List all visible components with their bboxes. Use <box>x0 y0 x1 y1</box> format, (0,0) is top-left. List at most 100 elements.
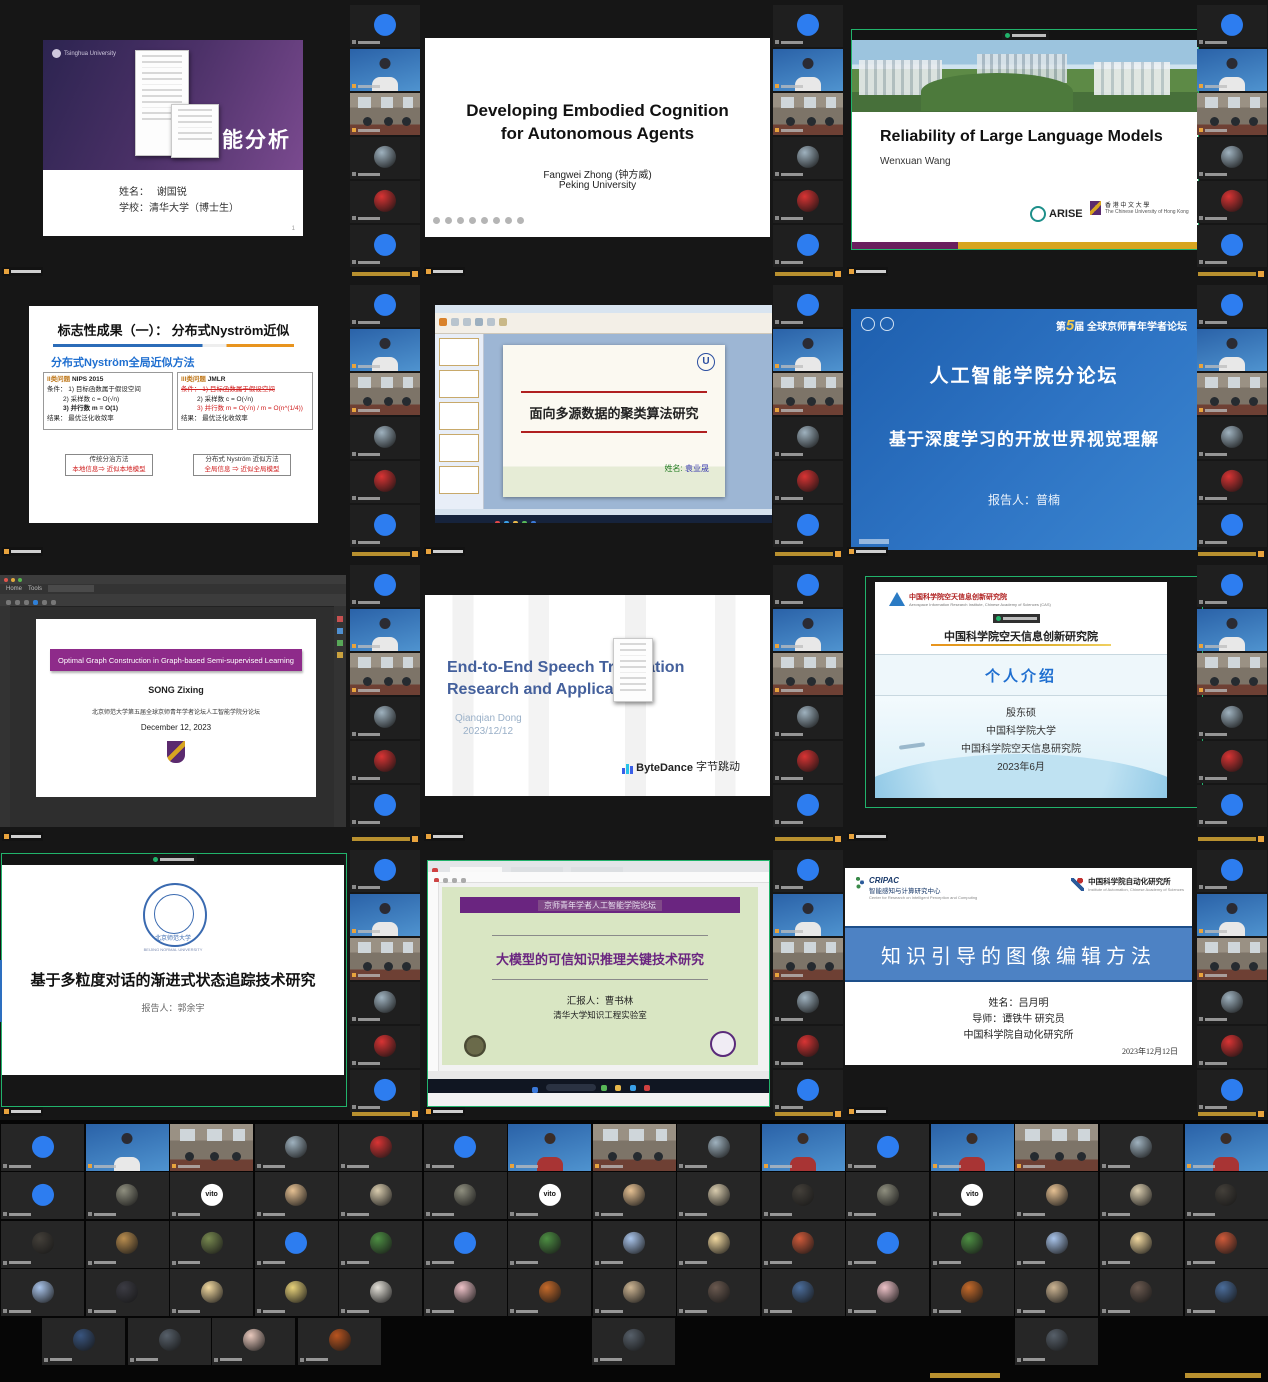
slide-thumbnail[interactable] <box>439 402 479 430</box>
conference-room-video-tile[interactable] <box>773 93 843 135</box>
participant-initials-tile[interactable] <box>773 850 843 892</box>
participant-initials-tile[interactable] <box>350 285 420 327</box>
participant-initials-tile[interactable] <box>350 1070 420 1112</box>
maximize-icon[interactable] <box>18 578 22 582</box>
participant-video-tile[interactable] <box>350 49 420 91</box>
participant-avatar-tile[interactable] <box>931 1269 1014 1316</box>
participant-avatar-tile[interactable] <box>773 137 843 179</box>
participant-avatar-tile[interactable] <box>773 417 843 459</box>
participant-initials-tile[interactable] <box>255 1221 338 1268</box>
participant-initials-tile[interactable] <box>350 225 420 267</box>
participant-initials-tile[interactable] <box>350 565 420 607</box>
participant-avatar-tile[interactable] <box>1185 1269 1268 1316</box>
participant-video-tile[interactable] <box>350 894 420 936</box>
participant-avatar-tile[interactable] <box>339 1172 422 1219</box>
participant-video-tile[interactable] <box>773 49 843 91</box>
participant-avatar-tile[interactable] <box>773 697 843 739</box>
participant-avatar-tile[interactable] <box>1100 1221 1183 1268</box>
participant-initials-tile[interactable] <box>424 1124 507 1171</box>
conference-room-video-tile[interactable] <box>773 653 843 695</box>
menu-home[interactable]: Home <box>6 586 22 592</box>
participant-avatar-tile[interactable] <box>1185 1172 1268 1219</box>
participant-avatar-tile[interactable] <box>212 1318 295 1365</box>
participant-avatar-tile[interactable] <box>1100 1269 1183 1316</box>
participant-avatar-tile[interactable] <box>846 1172 929 1219</box>
nav-icons[interactable] <box>859 539 889 544</box>
participant-video-tile[interactable] <box>773 329 843 371</box>
context-submenu[interactable] <box>171 104 219 158</box>
slide-thumbnail[interactable] <box>439 338 479 366</box>
participant-avatar-tile[interactable] <box>1100 1172 1183 1219</box>
participant-avatar-tile[interactable] <box>593 1269 676 1316</box>
slide-thumbnail[interactable] <box>439 370 479 398</box>
participant-initials-tile[interactable] <box>773 225 843 267</box>
participant-avatar-tile[interactable] <box>255 1172 338 1219</box>
ppt-thumbnail-pane[interactable] <box>435 334 484 509</box>
participant-initials-tile[interactable] <box>1197 505 1267 547</box>
participant-avatar-tile[interactable] <box>1197 741 1267 783</box>
conference-room-video-tile[interactable] <box>350 938 420 980</box>
participant-avatar-tile[interactable] <box>1197 1026 1267 1068</box>
participant-avatar-tile[interactable] <box>350 741 420 783</box>
participant-avatar-tile[interactable] <box>339 1221 422 1268</box>
close-icon[interactable] <box>4 578 8 582</box>
participant-avatar-tile[interactable] <box>1197 417 1267 459</box>
participant-initials-tile[interactable] <box>1197 565 1267 607</box>
participant-avatar-tile[interactable] <box>86 1269 169 1316</box>
participant-avatar-tile[interactable] <box>350 982 420 1024</box>
participant-avatar-tile[interactable] <box>350 417 420 459</box>
participant-initials-tile[interactable] <box>773 785 843 827</box>
participant-avatar-tile[interactable] <box>1015 1269 1098 1316</box>
participant-avatar-tile[interactable] <box>424 1269 507 1316</box>
tab-strip[interactable] <box>428 861 769 872</box>
participant-initials-tile[interactable] <box>773 285 843 327</box>
tool-icon[interactable] <box>337 628 343 634</box>
pdf-right-rail[interactable] <box>334 606 346 827</box>
conference-room-video-tile[interactable] <box>773 373 843 415</box>
participant-avatar-tile[interactable] <box>350 181 420 223</box>
participant-initials-tile[interactable] <box>350 850 420 892</box>
pdf-titlebar[interactable] <box>0 575 346 584</box>
participant-avatar-tile[interactable] <box>1 1269 84 1316</box>
participant-avatar-tile[interactable] <box>350 697 420 739</box>
participant-avatar-tile[interactable] <box>255 1124 338 1171</box>
participant-avatar-tile[interactable] <box>86 1172 169 1219</box>
participant-initials-tile[interactable] <box>1197 1070 1267 1112</box>
conference-room-video-tile[interactable] <box>1197 653 1267 695</box>
participant-avatar-tile[interactable] <box>255 1269 338 1316</box>
participant-avatar-tile[interactable] <box>508 1221 591 1268</box>
participant-avatar-tile[interactable] <box>339 1269 422 1316</box>
participant-avatar-tile[interactable] <box>128 1318 211 1365</box>
doc-tab[interactable] <box>48 585 94 592</box>
participant-initials-tile[interactable] <box>1197 5 1267 47</box>
participant-avatar-tile[interactable] <box>677 1269 760 1316</box>
participant-video-tile[interactable] <box>773 894 843 936</box>
annotation-toolbar[interactable] <box>433 211 529 229</box>
participant-video-tile[interactable] <box>773 609 843 651</box>
pdf-menubar[interactable]: Home Tools <box>0 584 346 594</box>
participant-video-tile[interactable] <box>350 329 420 371</box>
conference-room-video-tile[interactable] <box>170 1124 253 1171</box>
conference-room-video-tile[interactable] <box>350 373 420 415</box>
participant-avatar-tile[interactable] <box>1185 1221 1268 1268</box>
conference-room-video-tile[interactable] <box>350 653 420 695</box>
participant-avatar-tile[interactable] <box>42 1318 125 1365</box>
slide-thumbnail[interactable] <box>439 466 479 494</box>
participant-avatar-tile[interactable] <box>773 982 843 1024</box>
participant-initials-tile[interactable] <box>1197 850 1267 892</box>
windows-taskbar[interactable] <box>428 1079 769 1093</box>
participant-avatar-tile[interactable] <box>677 1124 760 1171</box>
participant-initials-tile[interactable] <box>1197 285 1267 327</box>
context-menu[interactable] <box>613 638 653 702</box>
participant-video-tile[interactable] <box>1185 1124 1268 1171</box>
participant-video-tile[interactable] <box>1197 49 1267 91</box>
participant-avatar-tile[interactable]: vito <box>931 1172 1014 1219</box>
participant-avatar-tile[interactable] <box>1197 461 1267 503</box>
participant-video-tile[interactable] <box>1197 609 1267 651</box>
participant-avatar-tile[interactable] <box>1015 1318 1098 1365</box>
conference-room-video-tile[interactable] <box>593 1124 676 1171</box>
participant-avatar-tile[interactable] <box>424 1172 507 1219</box>
participant-video-tile[interactable] <box>1197 894 1267 936</box>
participant-initials-tile[interactable] <box>846 1124 929 1171</box>
participant-avatar-tile[interactable] <box>931 1221 1014 1268</box>
